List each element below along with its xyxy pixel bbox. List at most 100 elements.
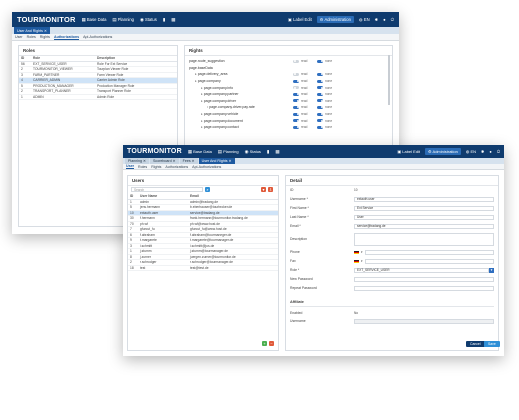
- table-row[interactable]: 1 ADMIN Admin Role: [19, 94, 177, 100]
- text-field[interactable]: Ext Service: [354, 205, 494, 211]
- text-field[interactable]: [354, 276, 494, 282]
- read-toggle[interactable]: [293, 112, 299, 116]
- form-row: Repeat Password: [290, 285, 494, 291]
- none-toggle[interactable]: [317, 72, 323, 76]
- export-icon[interactable]: ⇩: [268, 187, 273, 192]
- read-toggle[interactable]: [293, 125, 299, 129]
- subtab-user-and-rights[interactable]: User And Rights ✕: [14, 27, 50, 34]
- rights-tree-item[interactable]: ▸ page.delivery_area read none: [189, 71, 388, 78]
- role-select[interactable]: EXT_SERVICE_USER: [354, 267, 489, 273]
- tab-api-authorizations[interactable]: Api-Authorizations: [192, 165, 221, 169]
- flag-de-icon[interactable]: [354, 250, 359, 254]
- settings-icon[interactable]: ✱: [375, 17, 379, 22]
- rights-tree-item[interactable]: ▸ page.company read none: [189, 78, 388, 85]
- administration-menu[interactable]: ⚙ Administration: [425, 148, 461, 155]
- nav-planning[interactable]: ▤ Planning: [112, 17, 134, 23]
- user-icon[interactable]: ●: [489, 149, 491, 154]
- read-label: read: [301, 79, 308, 84]
- nav-charts[interactable]: ▮: [267, 149, 269, 155]
- nav-base-data[interactable]: ▦ Base Data: [82, 17, 107, 23]
- tab-user[interactable]: User: [126, 164, 134, 169]
- tab-roles[interactable]: Roles: [138, 165, 147, 169]
- text-field[interactable]: service@tradang.de: [354, 223, 494, 229]
- read-toggle[interactable]: [293, 99, 299, 103]
- rights-tree-item[interactable]: ▸ page.company.document read none: [189, 117, 388, 124]
- tab-rights[interactable]: Rights: [40, 35, 50, 39]
- settings-icon[interactable]: ✱: [481, 149, 484, 154]
- nav-charts[interactable]: ▮: [163, 17, 165, 23]
- tab-authorizations[interactable]: Authorizations: [165, 165, 188, 169]
- nav-planning[interactable]: ▤ Planning: [218, 149, 239, 155]
- none-toggle[interactable]: [317, 79, 323, 83]
- nav-status[interactable]: ◉ Status: [140, 17, 157, 23]
- phone-field[interactable]: [364, 258, 494, 264]
- none-toggle[interactable]: [317, 112, 323, 116]
- tab-authorizations[interactable]: Authorizations: [53, 35, 80, 40]
- cancel-button[interactable]: Cancel: [466, 341, 485, 347]
- logout-icon[interactable]: ⏻: [497, 149, 500, 154]
- search-icon[interactable]: ⌕: [205, 187, 210, 192]
- read-toggle[interactable]: [293, 105, 299, 109]
- none-toggle[interactable]: [317, 119, 323, 123]
- flag-de-icon[interactable]: [354, 259, 359, 263]
- read-toggle[interactable]: [293, 86, 299, 90]
- scrollbar[interactable]: [388, 55, 390, 105]
- add-icon[interactable]: +: [262, 341, 267, 346]
- delete-icon[interactable]: −: [269, 341, 274, 346]
- nav-base-data[interactable]: ▦ Base Data: [188, 149, 212, 155]
- table-row[interactable]: 18 test test@test.de: [128, 265, 278, 271]
- label-edit-button[interactable]: ▣ Label Edit: [397, 149, 420, 154]
- none-toggle[interactable]: [317, 125, 323, 129]
- chevron-down-icon[interactable]: ▾: [489, 267, 494, 273]
- subtab-scoreboard[interactable]: Scoreboard ✕: [150, 158, 179, 164]
- text-field[interactable]: User: [354, 214, 494, 220]
- user-icon[interactable]: ●: [383, 17, 386, 22]
- tab-api-authorizations[interactable]: Api-Authorizations: [83, 35, 112, 39]
- rights-tree-item[interactable]: • page.company.driver.pay.rate read none: [189, 104, 388, 111]
- enabled-value[interactable]: No: [354, 311, 358, 315]
- read-label: read: [301, 85, 308, 90]
- rights-tree-item[interactable]: ▸ page.company.info read none: [189, 84, 388, 91]
- text-field[interactable]: [354, 285, 494, 291]
- save-button[interactable]: Save: [484, 341, 500, 347]
- phone-field[interactable]: [364, 249, 494, 255]
- field-label: Role *: [290, 268, 300, 272]
- tab-roles[interactable]: Roles: [27, 35, 36, 39]
- nav-grid[interactable]: ▩: [275, 149, 279, 155]
- search-input[interactable]: Search: [131, 187, 203, 192]
- tab-user[interactable]: User: [15, 35, 23, 39]
- read-toggle[interactable]: [293, 119, 299, 123]
- affiliate-username-field[interactable]: [354, 318, 494, 324]
- rights-tree-item[interactable]: page.baseData: [189, 65, 388, 72]
- read-toggle[interactable]: [293, 92, 299, 96]
- chevron-down-icon[interactable]: ▾: [361, 259, 363, 263]
- chevron-down-icon[interactable]: ▾: [361, 250, 363, 254]
- rights-tree-item[interactable]: ▸ page.company.driver read none: [189, 98, 388, 105]
- none-toggle[interactable]: [317, 92, 323, 96]
- read-toggle[interactable]: [293, 59, 299, 63]
- database-icon: ▦: [81, 16, 86, 22]
- language-select[interactable]: ◍ EN: [466, 149, 476, 154]
- logout-icon[interactable]: ⏻: [391, 17, 394, 22]
- nav-grid[interactable]: ▩: [171, 17, 175, 23]
- subtab-fees[interactable]: Fees ✕: [179, 158, 198, 164]
- rights-tree-item[interactable]: ▸ page.company.partner read none: [189, 91, 388, 98]
- subtab-user-and-rights[interactable]: User And Rights ✕: [198, 158, 235, 164]
- filter-icon[interactable]: ▾: [261, 187, 266, 192]
- rights-tree-item[interactable]: ▸ page.company.contact read none: [189, 124, 388, 131]
- nav-status[interactable]: ◉ Status: [245, 149, 261, 155]
- language-select[interactable]: ◍ EN: [359, 17, 370, 22]
- none-toggle[interactable]: [317, 105, 323, 109]
- none-toggle[interactable]: [317, 86, 323, 90]
- none-toggle[interactable]: [317, 99, 323, 103]
- read-toggle[interactable]: [293, 79, 299, 83]
- rights-tree-item[interactable]: page.route_suggestion read none: [189, 58, 388, 65]
- label-edit-button[interactable]: ▣ Label Edit: [288, 17, 312, 22]
- administration-menu[interactable]: ⚙ Administration: [316, 16, 354, 23]
- read-toggle[interactable]: [293, 72, 299, 76]
- tab-rights[interactable]: Rights: [151, 165, 161, 169]
- rights-tree-item[interactable]: ▸ page.company.vehicle read none: [189, 111, 388, 118]
- none-toggle[interactable]: [317, 59, 323, 63]
- text-field[interactable]: [354, 232, 494, 246]
- text-field[interactable]: extauth.user: [354, 196, 494, 202]
